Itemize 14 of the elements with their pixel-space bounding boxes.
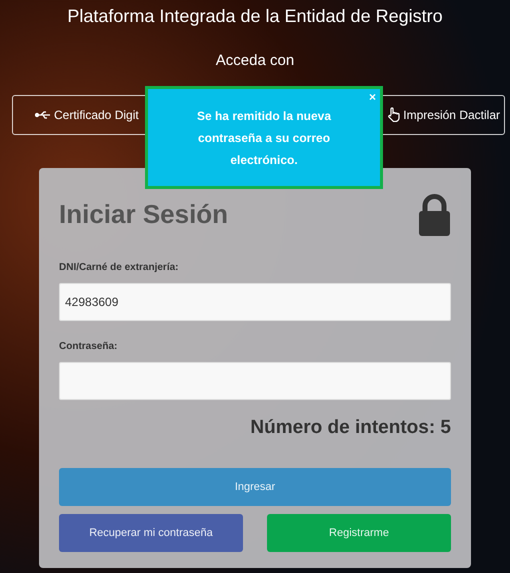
input-field[interactable]: 42983609 <box>59 282 451 320</box>
input-field[interactable] <box>59 362 451 400</box>
register-button[interactable]: Registrarme <box>267 514 451 552</box>
recover-password-button[interactable]: Recuperar mi contraseña <box>59 514 243 552</box>
page-subtitle: Acceda con <box>216 51 294 71</box>
field-label: Contraseña: <box>59 340 118 354</box>
usb-icon <box>35 110 51 120</box>
lock-icon <box>418 194 451 236</box>
login-button[interactable]: Ingresar <box>59 468 451 506</box>
hand-pointer-icon <box>387 107 400 122</box>
page-title: Plataforma Integrada de la Entidad de Registro <box>67 5 443 28</box>
field-label: DNI/Carné de extranjería: <box>59 260 180 274</box>
login-heading: Iniciar Sesión <box>59 198 228 231</box>
attempts-counter: Número de intentos: 5 <box>250 416 451 440</box>
